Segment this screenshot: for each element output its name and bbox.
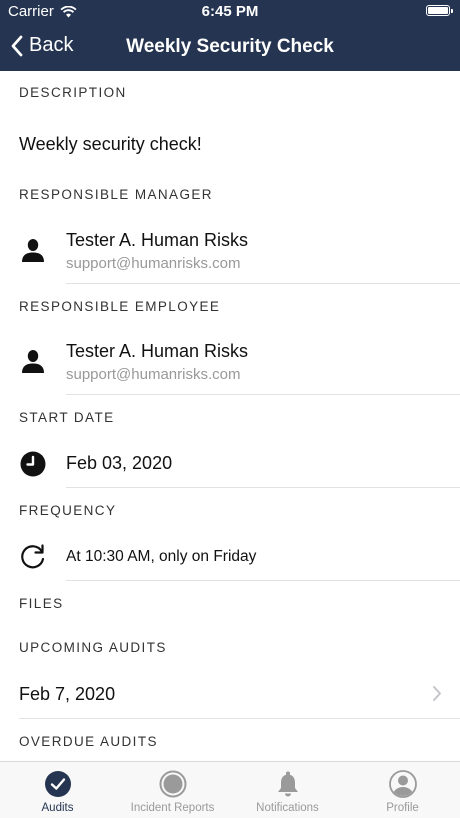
tab-notifications[interactable]: Notifications	[230, 762, 345, 818]
section-header-upcoming-audits: UPCOMING AUDITS	[19, 640, 167, 655]
manager-name: Tester A. Human Risks	[66, 230, 249, 250]
circle-record-icon	[159, 770, 186, 798]
divider	[19, 718, 460, 719]
tab-profile-label: Profile	[386, 802, 419, 814]
manager-email: support@humanrisks.com	[66, 255, 241, 272]
repeat-icon	[21, 544, 45, 569]
page-title: Weekly Security Check	[126, 36, 334, 57]
tab-audits[interactable]: Audits	[0, 762, 115, 818]
section-header-frequency: FREQUENCY	[19, 503, 117, 518]
checkmark-circle-icon	[44, 771, 71, 797]
status-time: 6:45 PM	[201, 3, 259, 20]
upcoming-audit-date: Feb 7, 2020	[19, 684, 116, 704]
tab-incident-reports[interactable]: Incident Reports	[115, 762, 230, 818]
person-icon	[22, 350, 44, 373]
employee-name: Tester A. Human Risks	[66, 341, 249, 361]
navigation-bar: Back Weekly Security Check	[0, 24, 460, 71]
audit-detail-content[interactable]: DESCRIPTION Weekly security check! RESPO…	[0, 71, 460, 761]
start-date-value: Feb 03, 2020	[66, 453, 173, 473]
status-bar: Carrier 6:45 PM	[0, 0, 460, 24]
tab-profile[interactable]: Profile	[345, 762, 460, 818]
section-header-files: FILES	[19, 596, 64, 611]
section-header-responsible-employee: RESPONSIBLE EMPLOYEE	[19, 299, 221, 314]
person-icon	[22, 239, 44, 262]
section-header-responsible-manager: RESPONSIBLE MANAGER	[19, 187, 213, 202]
frequency-value: At 10:30 AM, only on Friday	[66, 548, 257, 565]
section-header-start-date: START DATE	[19, 410, 115, 425]
divider	[66, 580, 460, 581]
clock-icon	[20, 451, 46, 477]
employee-email: support@humanrisks.com	[66, 366, 241, 383]
tab-incident-reports-label: Incident Reports	[130, 802, 215, 814]
battery-icon	[426, 5, 453, 16]
chevron-right-icon	[433, 686, 441, 701]
tab-bar: Audits Incident Reports Notifications Pr…	[0, 761, 460, 818]
section-header-description: DESCRIPTION	[19, 85, 127, 100]
user-circle-icon	[388, 770, 417, 798]
section-header-overdue-audits: OVERDUE AUDITS	[19, 734, 158, 749]
tab-notifications-label: Notifications	[256, 802, 319, 814]
divider	[66, 394, 460, 395]
divider	[66, 283, 460, 284]
description-text: Weekly security check!	[19, 134, 202, 154]
divider	[66, 487, 460, 488]
tab-audits-label: Audits	[41, 802, 74, 814]
bell-icon	[277, 771, 298, 797]
top-bar: Carrier 6:45 PM Back Weekly Security Che…	[0, 0, 460, 71]
